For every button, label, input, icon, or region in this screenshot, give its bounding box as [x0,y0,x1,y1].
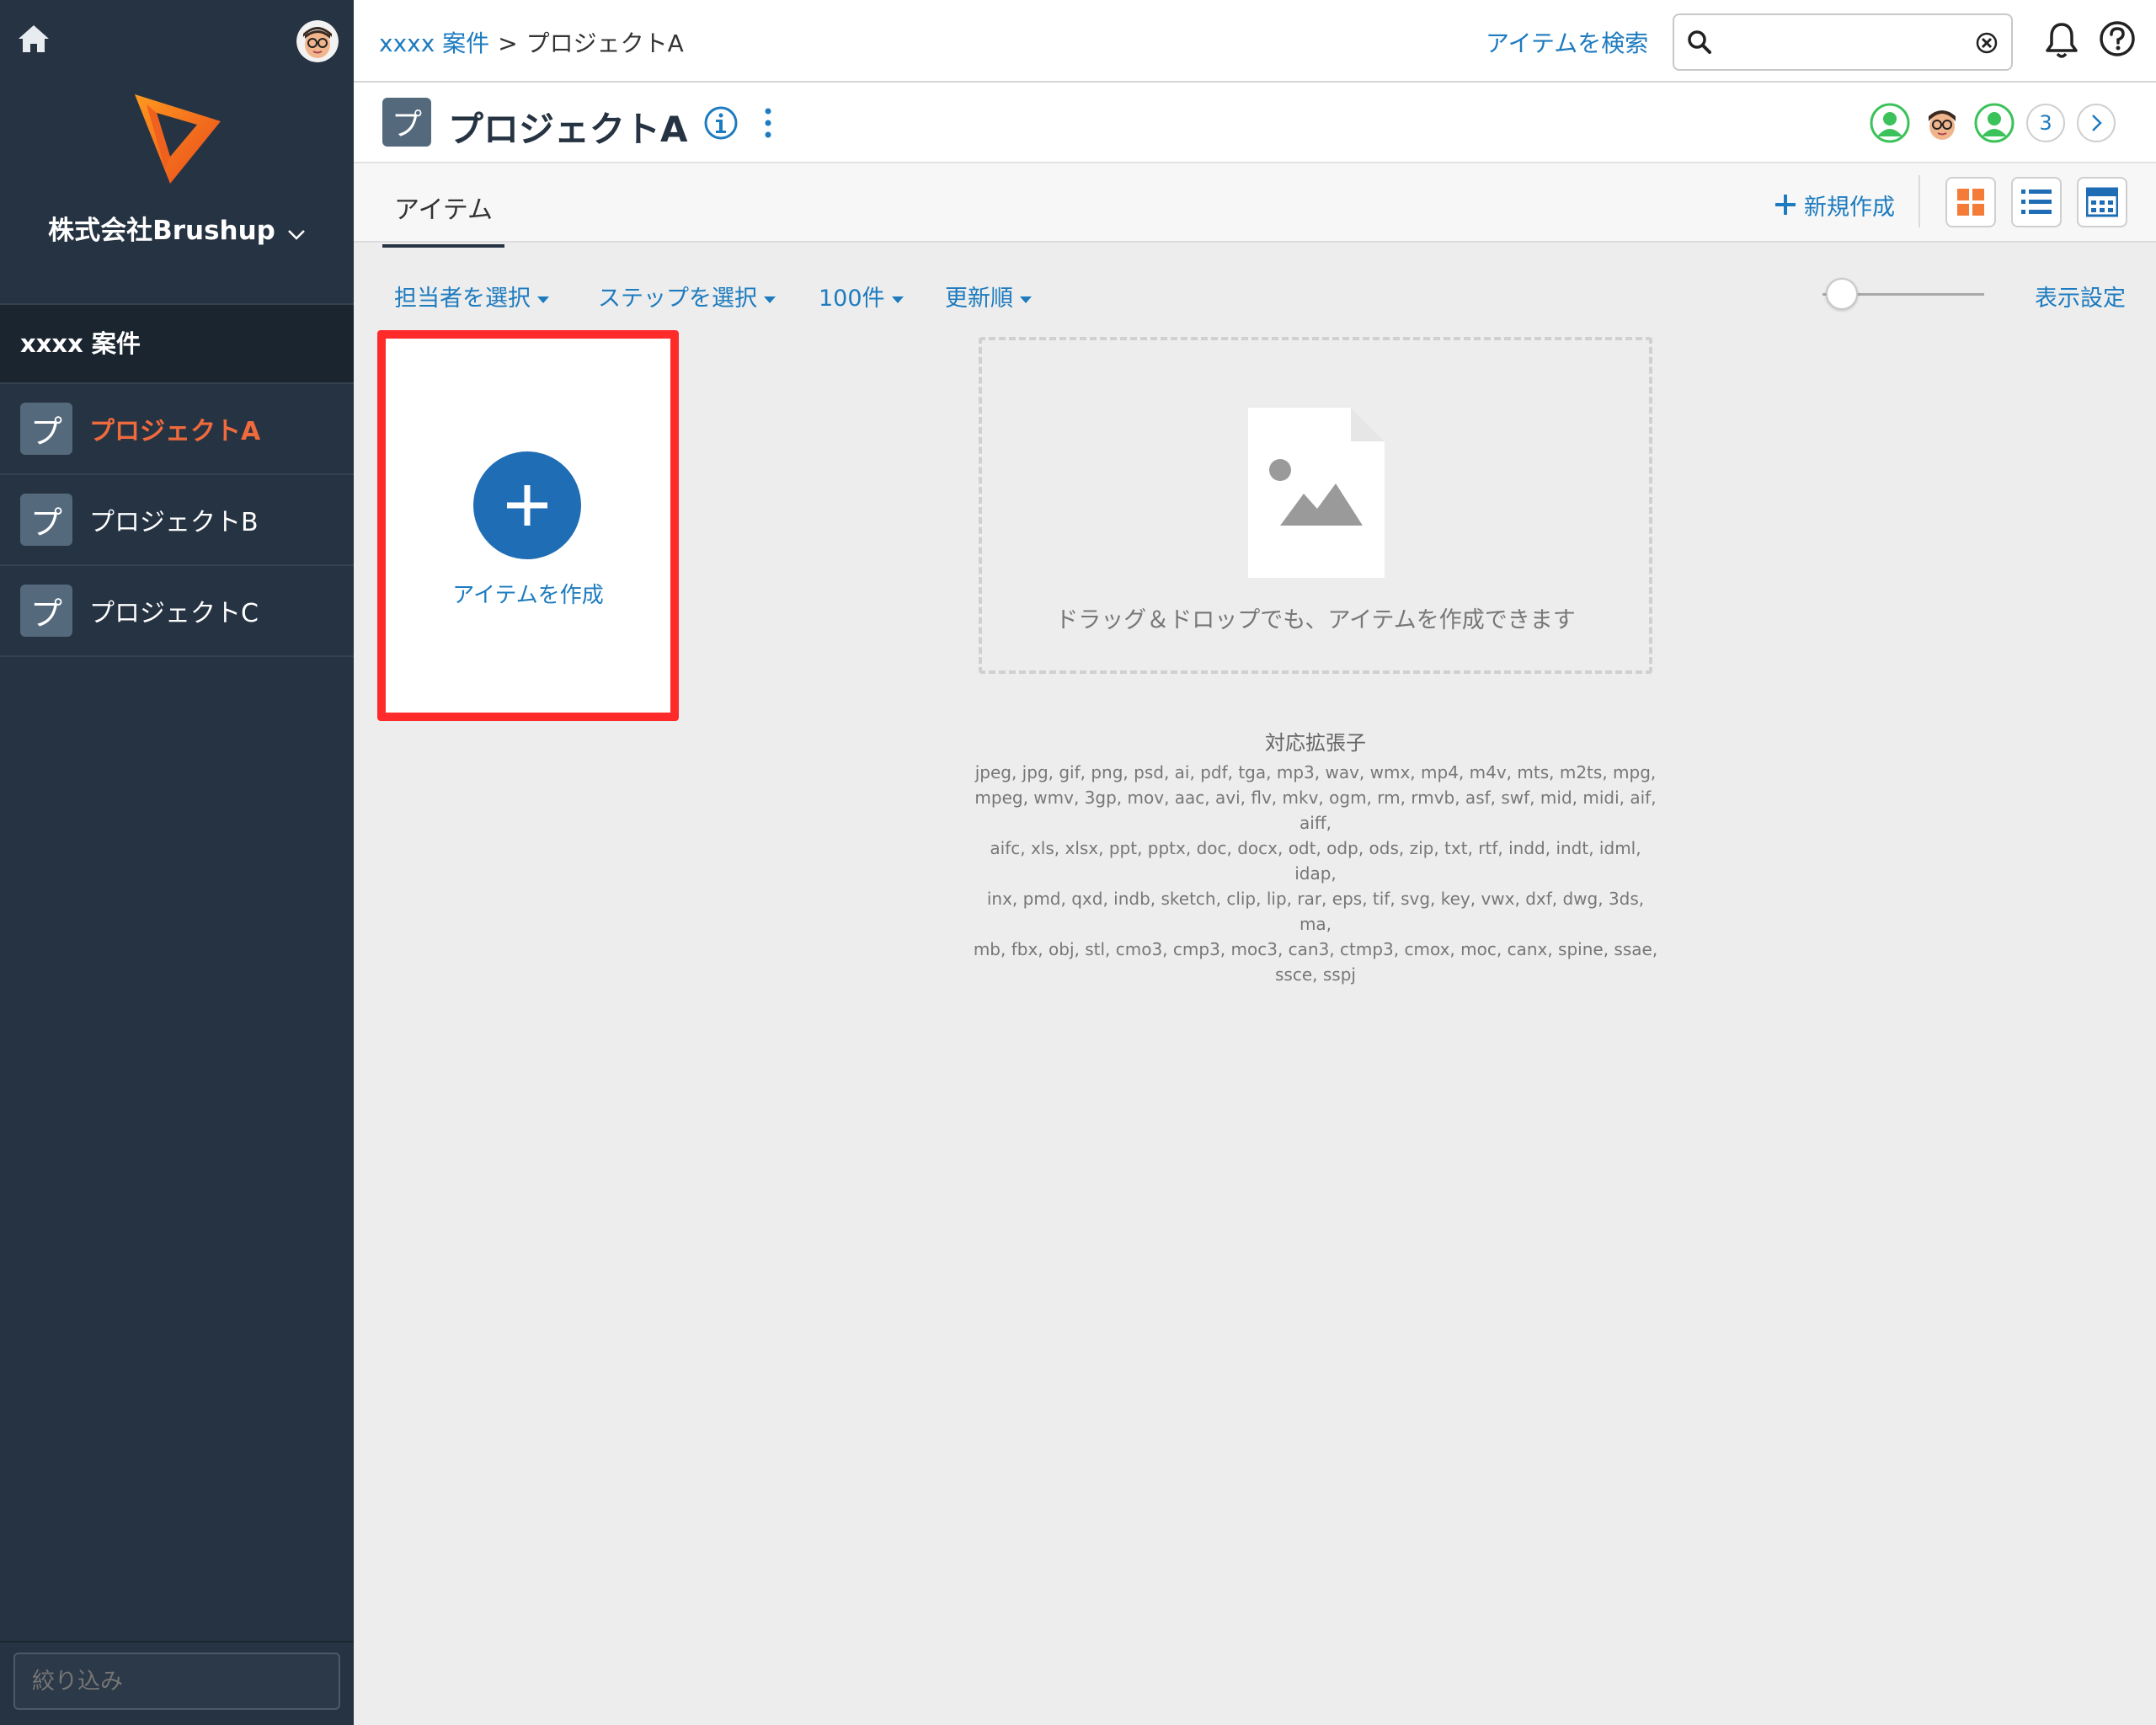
grid-view-icon[interactable] [1945,177,1996,227]
extensions-line: ssce, sspj [1275,964,1356,985]
member-avatar[interactable] [1922,103,1962,143]
chevron-right-icon[interactable] [2077,104,2116,142]
project-label: プロジェクトB [89,508,259,537]
count-label: 100件 [819,286,885,312]
caret-down-icon [764,296,776,303]
project-label: プロジェクトA [89,417,261,446]
search-items-link[interactable]: アイテムを検索 [1486,25,1648,59]
tabs-row: アイテム 新規作成 [354,163,2156,248]
plus-icon [1774,193,1797,218]
member-avatar[interactable] [1974,103,2015,143]
member-avatar[interactable] [1870,103,1910,143]
create-item-card[interactable]: アイテムを作成 [377,330,679,721]
tab-items[interactable]: アイテム [382,189,504,248]
breadcrumb-current: プロジェクトA [526,29,684,57]
project-label: プロジェクトC [89,599,259,628]
top-bar: xxxx 案件 > プロジェクトA アイテムを検索 [354,0,2156,83]
project-list: プ プロジェクトA プ プロジェクトB プ プロジェクトC [0,384,354,657]
project-group-header[interactable]: xxxx 案件 [0,303,354,384]
calendar-view-icon[interactable] [2077,177,2127,227]
project-icon: プ [20,494,72,546]
breadcrumb-parent-link[interactable]: xxxx 案件 [379,29,489,57]
help-icon[interactable] [2097,19,2137,62]
assignee-label: 担当者を選択 [394,286,531,312]
breadcrumb-separator: > [498,29,518,57]
company-switcher[interactable]: 株式会社Brushup [0,209,354,248]
create-item-label: アイテムを作成 [452,583,604,608]
extensions-line: mpeg, wmv, 3gp, mov, aac, avi, flv, mkv,… [974,788,1657,833]
display-settings-link[interactable]: 表示設定 [2035,280,2126,312]
new-item-button[interactable]: 新規作成 [1774,189,1895,222]
extensions-list: jpeg, jpg, gif, png, psd, ai, pdf, tga, … [970,760,1661,987]
caret-down-icon [537,296,549,303]
company-name: 株式会社Brushup [48,216,275,246]
create-item-button[interactable] [473,451,581,559]
sidebar-item-project-a[interactable]: プ プロジェクトA [0,384,354,475]
project-icon: プ [20,403,72,455]
sidebar-item-project-c[interactable]: プ プロジェクトC [0,566,354,657]
extensions-line: inx, pmd, qxd, indb, sketch, clip, lip, … [986,889,1645,934]
member-overflow-count[interactable]: 3 [2026,104,2065,142]
divider [1919,175,1920,227]
step-dropdown[interactable]: ステップを選択 [598,280,776,312]
chevron-down-icon [287,217,306,248]
search-icon [1686,29,1713,59]
slider-handle[interactable] [1826,278,1858,310]
project-header: プ プロジェクトA 3 [354,83,2156,163]
home-icon[interactable] [15,20,52,57]
drop-zone[interactable]: ドラッグ＆ドロップでも、アイテムを作成できます [979,337,1652,674]
filter-bar: 担当者を選択 ステップを選択 100件 更新順 表示設定 [354,244,2156,337]
image-placeholder-icon [1248,408,1386,581]
plus-icon [507,485,547,526]
sidebar-filter-input[interactable] [13,1653,340,1710]
bell-icon[interactable] [2043,20,2080,64]
sort-dropdown[interactable]: 更新順 [945,280,1032,312]
extensions-line: mb, fbx, obj, stl, cmo3, cmp3, moc3, can… [973,939,1658,959]
new-item-label: 新規作成 [1804,195,1895,221]
list-view-icon[interactable] [2011,177,2062,227]
more-vertical-icon[interactable] [763,106,773,143]
project-icon: プ [20,585,72,637]
count-dropdown[interactable]: 100件 [819,280,904,312]
sidebar: 株式会社Brushup xxxx 案件 プ プロジェクトA プ プロジェクトB … [0,0,354,1725]
user-avatar[interactable] [296,20,339,62]
breadcrumb: xxxx 案件 > プロジェクトA [379,25,684,59]
divider [0,1641,354,1642]
extensions-title: 対応拡張子 [1265,731,1366,755]
search-field[interactable] [1673,13,2013,71]
member-list: 3 [1870,103,2116,143]
caret-down-icon [891,296,904,303]
dropzone-hint: ドラッグ＆ドロップでも、アイテムを作成できます [1055,607,1576,633]
page-title: プロジェクトA [448,109,688,150]
search-input[interactable] [1725,24,1961,61]
sort-label: 更新順 [945,286,1013,312]
step-label: ステップを選択 [598,286,757,312]
extensions-line: jpeg, jpg, gif, png, psd, ai, pdf, tga, … [974,762,1657,782]
caret-down-icon [1020,296,1032,303]
assignee-dropdown[interactable]: 担当者を選択 [394,280,549,312]
clear-icon[interactable] [1974,30,1999,59]
extensions-line: aifc, xls, xlsx, ppt, pptx, doc, docx, o… [990,838,1641,884]
brushup-logo[interactable] [126,88,227,189]
project-icon: プ [382,98,431,147]
info-icon[interactable] [702,104,739,145]
sidebar-item-project-b[interactable]: プ プロジェクトB [0,475,354,566]
